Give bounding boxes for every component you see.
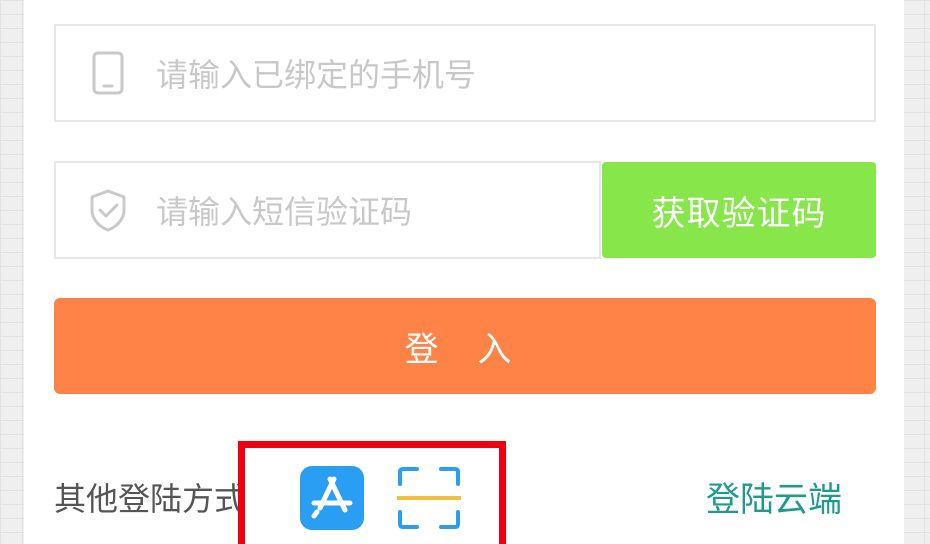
sms-code-input[interactable]: 请输入短信验证码 xyxy=(54,161,601,259)
scan-icon[interactable] xyxy=(396,466,462,530)
get-code-button[interactable]: 获取验证码 xyxy=(602,162,876,258)
other-login-methods-label: 其他登陆方式 xyxy=(54,480,247,518)
phone-placeholder: 请输入已绑定的手机号 xyxy=(156,56,477,94)
login-button[interactable]: 登 入 xyxy=(54,298,876,394)
cloud-login-link[interactable]: 登陆云端 xyxy=(706,472,842,521)
shield-icon xyxy=(86,188,130,232)
login-panel: 请输入已绑定的手机号 请输入短信验证码 获取验证码 登 入 其他登陆方式 登陆云… xyxy=(24,0,904,544)
sms-placeholder: 请输入短信验证码 xyxy=(156,193,413,231)
phone-icon xyxy=(86,51,130,95)
appstore-icon[interactable] xyxy=(300,466,364,530)
phone-input[interactable]: 请输入已绑定的手机号 xyxy=(54,24,876,122)
